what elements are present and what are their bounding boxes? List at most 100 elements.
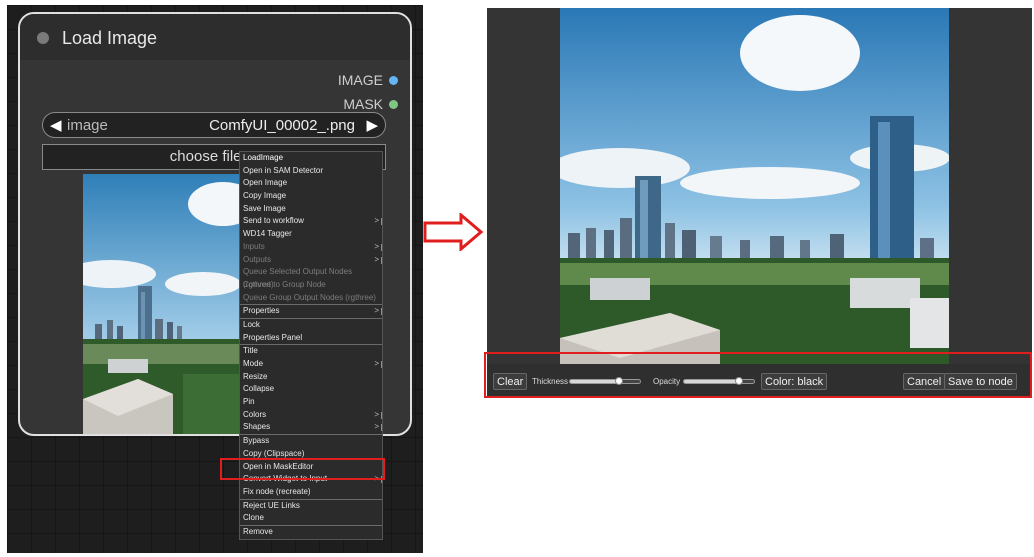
submenu-arrow-icon: > [374,215,382,228]
menu-item-queue-selected-output-nodes-rgthree[interactable]: Queue Selected Output Nodes (rgthree) [240,266,382,289]
cancel-button[interactable]: Cancel [903,373,946,390]
menu-item-collapse[interactable]: Collapse [240,383,382,396]
menu-item-label: Remove [243,526,273,536]
menu-item-wd14-tagger[interactable]: WD14 Tagger [240,228,382,241]
menu-item-shapes[interactable]: Shapes > [240,421,382,434]
menu-item-label: Convert to Group Node [243,279,326,289]
menu-item-label: Convert Widget to Input [243,474,328,484]
menu-item-label: Pin [243,397,255,407]
menu-item-colors[interactable]: Colors > [240,409,382,422]
submenu-arrow-icon: > [374,409,382,422]
menu-item-label: Mode [243,359,264,368]
menu-item-label: Copy (Clipspace) [243,448,305,458]
opacity-label: Opacity [653,377,681,386]
collapse-dot-icon[interactable] [37,32,49,44]
menu-item-label: Queue Group Output Nodes (rgthree) [243,292,376,302]
menu-item-label: Shapes [243,422,271,432]
menu-item-copy-image[interactable]: Copy Image [240,190,382,203]
output-image-label: IMAGE [337,72,383,88]
thickness-label: Thickness [532,377,569,386]
menu-item-label: Resize [243,371,268,381]
menu-item-label: Bypass [243,436,270,446]
submenu-arrow-icon: > [374,358,382,371]
output-image-slot-icon[interactable] [389,75,398,85]
submenu-arrow-icon: > [374,473,382,486]
menu-item-label: Copy Image [243,191,287,201]
menu-item-label: Colors [243,409,267,419]
menu-item-label: Open Image [243,178,288,188]
output-mask-label: MASK [343,96,383,112]
city-photo-thumbnail [83,174,241,434]
save-to-node-button[interactable]: Save to node [944,373,1017,390]
menu-item-properties[interactable]: Properties > [240,305,382,318]
menu-item-mode[interactable]: Mode > [240,358,382,371]
menu-item-convert-widget-to-input[interactable]: Convert Widget to Input > [240,473,382,486]
menu-item-label: Reject UE Links [243,500,300,510]
menu-item-copy-clipspace[interactable]: Copy (Clipspace) [240,448,382,461]
menu-item-label: Open in SAM Detector [243,165,324,175]
opacity-slider-knob[interactable] [734,377,743,385]
image-combo-widget[interactable]: ◀ image ComfyUI_00002_.png ▶ [42,112,386,138]
menu-item-open-in-maskeditor[interactable]: Open in MaskEditor [240,461,382,474]
menu-item-pin[interactable]: Pin [240,396,382,409]
menu-item-open-image[interactable]: Open Image [240,177,382,190]
menu-item-open-in-sam-detector[interactable]: Open in SAM Detector [240,165,382,178]
node-title: Load Image [62,28,158,48]
image-preview [83,174,241,434]
menu-item-label: Title [243,346,258,356]
menu-item-queue-group-output-nodes-rgthree[interactable]: Queue Group Output Nodes (rgthree) [240,292,382,305]
menu-item-convert-to-group-node[interactable]: Convert to Group Node [240,279,382,292]
image-widget-value: ComfyUI_00002_.png [209,117,355,134]
menu-item-label: Collapse [243,384,275,394]
menu-item-label: WD14 Tagger [243,229,292,239]
menu-item-outputs[interactable]: Outputs > [240,254,382,267]
prev-image-arrow-icon[interactable]: ◀ [50,116,62,134]
menu-item-label: Outputs [243,254,272,264]
opacity-slider[interactable] [683,377,755,385]
context-menu: LoadImage Open in SAM Detector Open Image C… [239,151,383,540]
menu-item-bypass[interactable]: Bypass [240,435,382,448]
menu-item-title[interactable]: Title [240,345,382,358]
menu-item-send-to-workflow[interactable]: Send to workflow > [240,215,382,228]
right-arrow-icon [423,213,484,251]
menu-item-remove[interactable]: Remove [240,526,382,539]
menu-item-clone[interactable]: Clone [240,512,382,525]
clear-button[interactable]: Clear [493,373,528,390]
next-image-arrow-icon[interactable]: ▶ [366,116,378,134]
menu-item-lock[interactable]: Lock [240,319,382,332]
menu-item-save-image[interactable]: Save Image [240,203,382,216]
menu-item-label: Inputs [243,241,265,251]
menu-item-label: LoadImage [243,153,284,162]
menu-item-label: Fix node (recreate) [243,486,311,496]
output-image[interactable]: IMAGE [338,72,398,88]
node-canvas[interactable]: Load Image IMAGE MASK ◀ image ComfyUI_00… [7,5,423,553]
node-header[interactable]: Load Image [20,14,410,60]
output-mask[interactable]: MASK [343,96,398,112]
menu-item-reject-ue-links[interactable]: Reject UE Links [240,500,382,513]
thickness-slider[interactable] [569,377,641,385]
mask-editor: Clear Thickness Opacity Color: black Can… [487,8,1032,398]
color-button[interactable]: Color: black [761,373,828,390]
menu-item-label: Clone [243,513,264,523]
menu-item-fix-node-recreate[interactable]: Fix node (recreate) [240,486,382,499]
submenu-arrow-icon: > [374,305,382,318]
output-mask-slot-icon[interactable] [389,99,398,109]
menu-item-label: Lock [243,319,260,329]
thickness-slider-fill [570,380,619,383]
menu-item-properties-panel[interactable]: Properties Panel [240,332,382,345]
mask-editor-toolbar: Clear Thickness Opacity Color: black Can… [487,364,1032,398]
menu-item-resize[interactable]: Resize [240,371,382,384]
opacity-slider-fill [684,380,739,383]
menu-item-loadimage: LoadImage [240,152,382,165]
image-widget-label: image [67,117,108,134]
menu-item-label: Properties Panel [243,332,303,342]
city-photo-large [560,8,949,370]
menu-item-label: Open in MaskEditor [243,461,314,471]
menu-item-label: Send to workflow [243,216,304,226]
menu-item-label: Properties [243,306,280,316]
thickness-slider-knob[interactable] [615,377,623,385]
submenu-arrow-icon: > [374,254,382,267]
mask-canvas[interactable] [560,8,949,370]
menu-item-inputs[interactable]: Inputs > [240,241,382,254]
menu-item-label: Save Image [243,203,286,213]
